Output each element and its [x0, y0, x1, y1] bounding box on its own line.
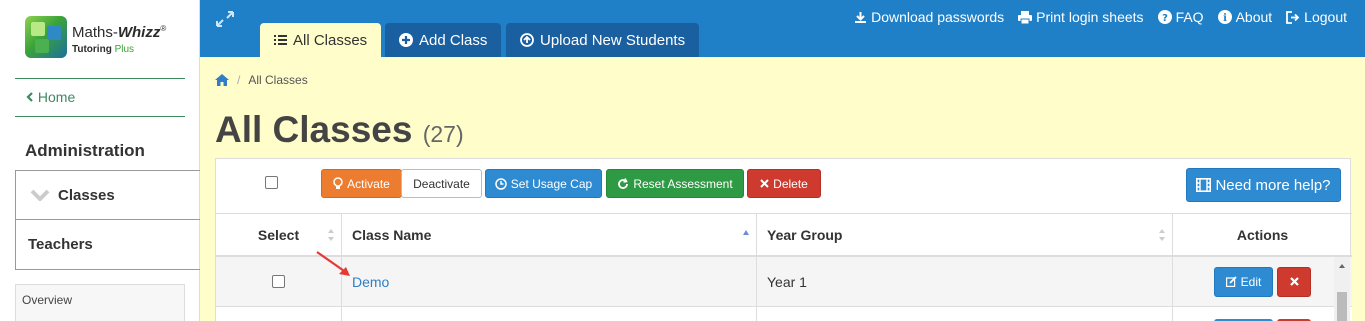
lightbulb-icon [333, 177, 343, 189]
sidebar-item-label: Teachers [28, 236, 93, 253]
table-scrollbar[interactable] [1334, 257, 1350, 321]
cube-logo-icon [25, 16, 67, 58]
brand-subtitle: Tutoring Plus [72, 44, 135, 55]
breadcrumb-separator: / [237, 73, 241, 87]
svg-text:i: i [1223, 13, 1227, 24]
annotation-arrow-icon [316, 251, 350, 276]
classes-table: Select Class Name Year Group Actions Dem… [216, 213, 1352, 321]
film-icon [1196, 178, 1212, 192]
top-bar: All Classes Add Class Upload New Student… [200, 0, 1365, 57]
brand-name: Maths-Whizz® [72, 24, 167, 41]
sort-icon [328, 229, 334, 241]
main-content: / All Classes All Classes (27) Activate … [200, 57, 1365, 321]
list-icon [274, 35, 287, 45]
header-links: Download passwords Print login sheets ? … [854, 9, 1347, 25]
page-title: All Classes (27) [215, 109, 464, 150]
deactivate-button[interactable]: Deactivate [401, 169, 482, 198]
section-title: Administration [25, 141, 145, 160]
delete-row-button[interactable] [1277, 266, 1311, 297]
tab-upload-students[interactable]: Upload New Students [506, 23, 700, 57]
close-icon [760, 179, 769, 188]
column-year-group[interactable]: Year Group [757, 214, 1173, 255]
question-circle-icon: ? [1157, 10, 1172, 24]
download-icon [855, 11, 867, 23]
home-label: Home [37, 89, 76, 105]
row-checkbox[interactable] [272, 275, 285, 288]
sort-icon [1159, 229, 1165, 241]
class-count: (27) [422, 121, 464, 147]
delete-button[interactable]: Delete [747, 169, 821, 198]
divider [15, 116, 185, 117]
breadcrumb-current: All Classes [248, 73, 308, 87]
overview-panel: Overview [15, 284, 185, 321]
chevron-left-icon [26, 92, 33, 102]
divider [15, 78, 185, 79]
scroll-thumb[interactable] [1337, 292, 1347, 321]
table-row: Demo Year 1 Edit [216, 257, 1352, 307]
logout-link[interactable]: Logout [1286, 9, 1347, 25]
sidebar-item-label: Classes [58, 186, 115, 204]
column-actions: Actions [1236, 226, 1289, 243]
tab-all-classes[interactable]: All Classes [260, 23, 382, 57]
upload-circle-icon [520, 33, 534, 47]
reset-assessment-button[interactable]: Reset Assessment [606, 169, 744, 198]
classes-panel: Activate Deactivate Set Usage Cap Reset … [215, 158, 1352, 321]
table-header: Select Class Name Year Group Actions [216, 213, 1352, 257]
refresh-icon [618, 177, 629, 189]
tab-add-class[interactable]: Add Class [385, 23, 502, 57]
info-circle-icon: i [1217, 10, 1232, 24]
breadcrumb: / All Classes [215, 73, 308, 87]
edit-button[interactable]: Edit [1214, 266, 1273, 297]
print-icon [1018, 10, 1033, 24]
sort-ascending-icon [743, 230, 749, 235]
svg-text:?: ? [1162, 13, 1168, 24]
home-link[interactable]: Home [26, 89, 75, 105]
set-usage-cap-button[interactable]: Set Usage Cap [485, 169, 602, 198]
brand-logo[interactable]: Maths-Whizz® Tutoring Plus [25, 16, 185, 62]
select-all-checkbox[interactable] [265, 176, 278, 189]
table-row [216, 307, 1352, 321]
home-icon[interactable] [215, 74, 229, 86]
column-class-name[interactable]: Class Name [342, 214, 757, 255]
logout-icon [1286, 10, 1300, 24]
sidebar-item-classes[interactable]: Classes [16, 171, 200, 220]
chevron-down-icon [30, 189, 58, 201]
edit-icon [1225, 276, 1237, 287]
close-icon [1289, 277, 1299, 286]
download-passwords-link[interactable]: Download passwords [854, 9, 1004, 25]
actions-cell: Edit [1173, 257, 1352, 306]
year-group-cell: Year 1 [757, 257, 1173, 306]
side-menu: Classes Teachers [15, 170, 200, 270]
expand-icon[interactable] [215, 10, 235, 33]
activate-button[interactable]: Activate [321, 169, 402, 198]
class-name-cell: Demo [342, 257, 757, 306]
about-link[interactable]: i About [1217, 9, 1272, 25]
sidebar-item-teachers[interactable]: Teachers [16, 220, 200, 269]
class-name-link[interactable]: Demo [352, 274, 389, 290]
sidebar: Maths-Whizz® Tutoring Plus Home Administ… [0, 0, 200, 321]
clock-icon [495, 177, 507, 190]
scroll-up-icon [1339, 264, 1345, 268]
print-login-sheets-link[interactable]: Print login sheets [1018, 9, 1144, 25]
plus-circle-icon [399, 33, 413, 47]
faq-link[interactable]: ? FAQ [1157, 9, 1204, 25]
need-help-button[interactable]: Need more help? [1186, 168, 1341, 202]
